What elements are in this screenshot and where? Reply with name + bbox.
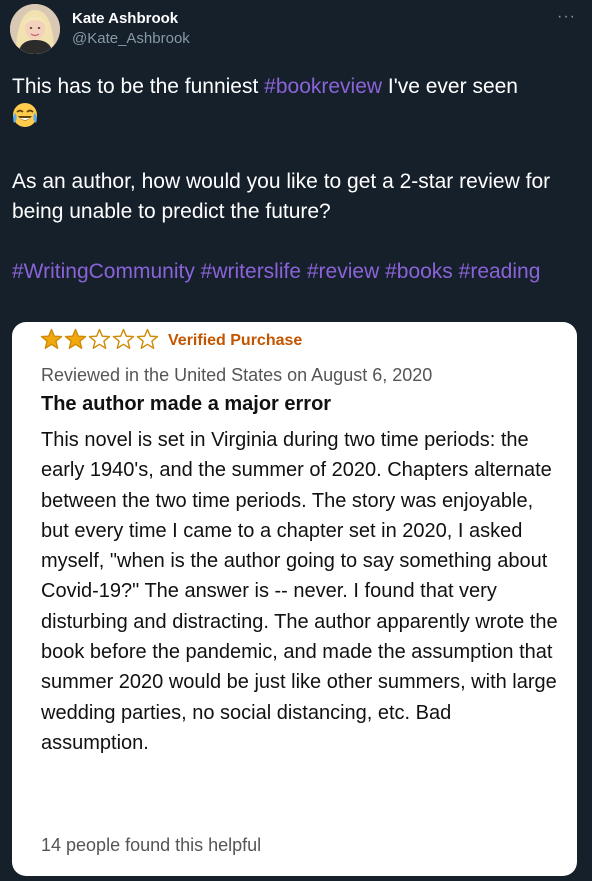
review-body: This novel is set in Virginia during two… — [41, 429, 558, 754]
star-rating: Verified Purchase — [40, 328, 303, 355]
hashtag-books[interactable]: #books — [385, 260, 453, 283]
avatar[interactable] — [10, 4, 60, 54]
hashtag-reading[interactable]: #reading — [459, 260, 541, 283]
face-with-tears-of-joy-icon — [12, 102, 38, 137]
star-filled-icon — [40, 328, 63, 349]
hashtag-writerslife[interactable]: #writerslife — [201, 260, 301, 283]
review-title: The author made a major error — [41, 393, 332, 415]
tweet-text: This has to be the funniest #bookreview … — [12, 72, 582, 287]
star-empty-icon — [112, 328, 135, 349]
tweet-paragraph-1: This has to be the funniest #bookreview … — [12, 72, 582, 137]
star-empty-icon — [136, 328, 159, 349]
review-image[interactable]: Verified Purchase Reviewed in the United… — [12, 322, 577, 876]
review-date: Reviewed in the United States on August … — [41, 365, 433, 385]
tweet-paragraph-2: As an author, how would you like to get … — [12, 170, 551, 223]
tweet-text-intro: This has to be the funniest — [12, 75, 265, 98]
user-handle[interactable]: @Kate_Ashbrook — [72, 30, 190, 47]
tweet: Kate Ashbrook @Kate_Ashbrook ··· This ha… — [0, 0, 592, 881]
hashtag-writingcommunity[interactable]: #WritingCommunity — [12, 260, 195, 283]
user-name[interactable]: Kate Ashbrook — [72, 10, 178, 27]
star-empty-icon — [88, 328, 111, 349]
tweet-text-continued: I've ever seen — [382, 75, 518, 98]
more-options-icon[interactable]: ··· — [557, 8, 576, 26]
star-filled-icon — [64, 328, 87, 349]
verified-purchase-badge: Verified Purchase — [168, 332, 303, 349]
helpful-count: 14 people found this helpful — [41, 835, 262, 855]
tweet-hashtags: #WritingCommunity #writerslife #review #… — [12, 257, 582, 287]
hashtag-review[interactable]: #review — [307, 260, 379, 283]
hashtag-bookreview[interactable]: #bookreview — [264, 75, 382, 98]
stars-container — [40, 328, 160, 355]
